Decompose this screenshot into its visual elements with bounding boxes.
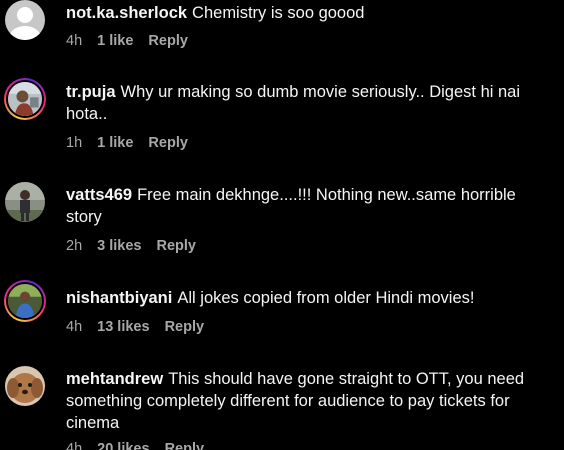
- reply-button[interactable]: Reply: [156, 238, 196, 254]
- comment-time: 1h: [66, 135, 83, 151]
- avatar[interactable]: [5, 0, 45, 40]
- reply-button[interactable]: Reply: [165, 319, 205, 335]
- default-avatar-icon: [5, 0, 45, 40]
- dog-photo-avatar-icon: [5, 366, 45, 406]
- comment-likes[interactable]: 13 likes: [97, 319, 149, 335]
- comment-time: 4h: [66, 33, 83, 49]
- comment-username[interactable]: tr.puja: [66, 83, 116, 101]
- comment-text-block: vatts469 Free main dekhnge....!!! Nothing…: [66, 184, 536, 228]
- comment-text-block: tr.puja Why ur making so dumb movie serio…: [66, 81, 536, 125]
- comment-body: All jokes copied from older Hindi movies…: [177, 289, 475, 307]
- comment-likes[interactable]: 20 likes: [97, 441, 149, 450]
- avatar[interactable]: [4, 78, 46, 120]
- comment-meta: 1h 1 like Reply: [66, 135, 203, 151]
- comment-time: 4h: [66, 441, 83, 450]
- comment-time: 4h: [66, 319, 83, 335]
- reply-button[interactable]: Reply: [148, 33, 188, 49]
- avatar[interactable]: [4, 280, 46, 322]
- comment-likes[interactable]: 3 likes: [97, 238, 141, 254]
- comment-body: Chemistry is soo goood: [192, 4, 365, 22]
- comment-likes[interactable]: 1 like: [97, 33, 133, 49]
- story-ring-avatar-icon: [8, 82, 42, 116]
- comment-body: Why ur making so dumb movie seriously.. …: [66, 83, 521, 123]
- comment-meta: 4h 13 likes Reply: [66, 319, 219, 335]
- comments-list: not.ka.sherlock Chemistry is soo goood 4h…: [0, 0, 564, 450]
- comment-username[interactable]: nishantbiyani: [66, 289, 172, 307]
- photo-avatar-icon: [5, 182, 45, 222]
- comment-body: Free main dekhnge....!!! Nothing new..sa…: [66, 186, 516, 226]
- comment-text-block: not.ka.sherlock Chemistry is soo goood: [66, 2, 536, 24]
- comment-text-block: mehtandrew This should have gone straight…: [66, 368, 536, 434]
- avatar[interactable]: [5, 366, 45, 406]
- comment-meta: 2h 3 likes Reply: [66, 238, 211, 254]
- comment-likes[interactable]: 1 like: [97, 135, 133, 151]
- comment-username[interactable]: vatts469: [66, 186, 132, 204]
- comment-username[interactable]: mehtandrew: [66, 370, 163, 388]
- avatar[interactable]: [5, 182, 45, 222]
- reply-button[interactable]: Reply: [165, 441, 205, 450]
- story-ring-avatar-icon: [8, 284, 42, 318]
- comment-time: 2h: [66, 238, 83, 254]
- reply-button[interactable]: Reply: [148, 135, 188, 151]
- comment-text-block: nishantbiyani All jokes copied from older…: [66, 287, 536, 309]
- comment-meta: 4h 1 like Reply: [66, 33, 203, 49]
- comment-username[interactable]: not.ka.sherlock: [66, 4, 187, 22]
- comment-meta: 4h 20 likes Reply: [66, 441, 219, 450]
